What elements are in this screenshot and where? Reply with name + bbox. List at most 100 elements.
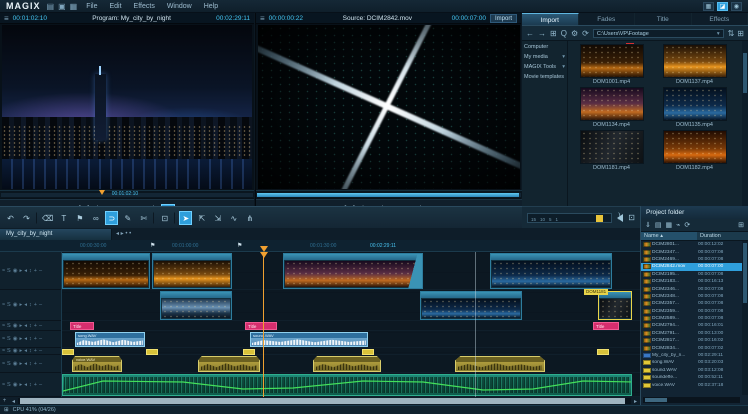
file-thumbnail[interactable] xyxy=(663,87,727,121)
scroll-right-icon[interactable]: ▸ xyxy=(631,398,640,405)
timeline-clip-sfx[interactable] xyxy=(597,349,609,355)
table-row[interactable]: DCIM2794...00:00:16:01 xyxy=(641,322,742,329)
table-row[interactable]: DCIM2817...00:00:16:02 xyxy=(641,337,742,344)
delete-icon[interactable]: ⌫ xyxy=(41,211,54,225)
grid-view-icon[interactable]: ⊞ xyxy=(738,221,744,229)
file-item[interactable]: DOM1001.mp4 xyxy=(572,44,651,85)
track-control-icon[interactable]: ▸ xyxy=(20,336,23,342)
scroll-plus-icon[interactable]: + xyxy=(0,398,9,404)
import-button[interactable]: Import xyxy=(490,14,517,23)
track-control-icon[interactable]: S xyxy=(7,323,11,329)
track-control-icon[interactable]: + xyxy=(34,302,37,308)
track-header-audio-track-1[interactable]: ≈S◉▸◂↕+– xyxy=(0,331,61,348)
table-row[interactable]: voice.WAV00:02:37:18 xyxy=(641,381,742,388)
track-control-icon[interactable]: ◂ xyxy=(24,302,27,308)
track-control-icon[interactable]: – xyxy=(39,336,42,342)
chevron-down-icon[interactable]: ▾ xyxy=(562,64,565,70)
track-control-icon[interactable]: ▸ xyxy=(20,323,23,329)
audio-tools-icon[interactable]: ∞ xyxy=(89,211,102,225)
wand-icon[interactable]: ✄ xyxy=(137,211,150,225)
track-control-icon[interactable]: ≈ xyxy=(2,336,5,342)
track-control-icon[interactable]: + xyxy=(34,348,37,354)
project-folder-hscrollbar[interactable] xyxy=(643,397,740,403)
browser-scrollbar[interactable] xyxy=(742,41,748,206)
file-thumbnail[interactable] xyxy=(663,130,727,164)
table-row[interactable]: My_city_by_n...00:02:29:11 xyxy=(641,352,742,359)
timeline-playhead[interactable] xyxy=(263,252,264,397)
track-control-icon[interactable]: ≈ xyxy=(2,382,5,388)
file-thumbnail[interactable] xyxy=(580,44,644,78)
program-video[interactable] xyxy=(2,25,252,189)
tiles-icon[interactable]: ⊞ xyxy=(550,29,557,38)
forward-icon[interactable]: → xyxy=(538,29,546,38)
refresh-icon[interactable]: ⟳ xyxy=(582,29,589,38)
timeline-clip-video[interactable] xyxy=(490,253,612,289)
project-folder-vscrollbar[interactable] xyxy=(742,241,748,395)
track-header-video-track-1[interactable]: ≈S◉▸◂↕+– xyxy=(0,252,61,290)
table-row[interactable]: DCIM2359...00:00:07:08 xyxy=(641,308,742,315)
monitor-menu-icon[interactable]: ≡ xyxy=(260,12,265,25)
table-row[interactable]: DCIM2347...00:00:07:08 xyxy=(641,248,742,255)
table-row[interactable]: DCIM2183...00:00:16:13 xyxy=(641,278,742,285)
table-row[interactable]: soundeffe...00:00:52:11 xyxy=(641,374,742,381)
undo-icon[interactable]: ↶ xyxy=(4,211,17,225)
file-thumbnail[interactable] xyxy=(663,44,727,78)
grid-view-icon[interactable]: ⊞ xyxy=(737,29,744,38)
column-name[interactable]: Name ▴ xyxy=(641,232,697,240)
track-control-icon[interactable]: + xyxy=(34,382,37,388)
table-row[interactable]: DCIM2357...00:00:07:08 xyxy=(641,300,742,307)
menu-file[interactable]: File xyxy=(83,3,100,10)
status-grid-icon[interactable]: ⊞ xyxy=(4,407,9,413)
program-scrub-bar[interactable]: 00:01:02:10 xyxy=(0,190,254,198)
track-control-icon[interactable]: + xyxy=(34,361,37,367)
timeline-clip-audio[interactable]: voice.WAV xyxy=(72,356,122,372)
tab-import[interactable]: Import xyxy=(522,13,579,25)
track-control-icon[interactable]: ◉ xyxy=(13,302,18,308)
file-item[interactable]: DOM1135.mp4 xyxy=(655,87,734,128)
menu-effects[interactable]: Effects xyxy=(131,3,158,10)
table-row[interactable]: sound.WAV00:03:12:08 xyxy=(641,367,742,374)
mouse-mode-icon[interactable]: ➤ xyxy=(179,211,192,225)
timeline-clip-audio[interactable]: song.WAV xyxy=(75,332,145,347)
track-control-icon[interactable]: ◂ xyxy=(24,268,27,274)
track-control-icon[interactable]: ↕ xyxy=(29,302,32,308)
track-control-icon[interactable]: ▸ xyxy=(20,382,23,388)
table-row[interactable]: DCIM2801...00:00:12:02 xyxy=(641,241,742,248)
track-header-video-track-2[interactable]: ≈S◉▸◂↕+– xyxy=(0,290,61,321)
table-row[interactable]: DCIM2834...00:00:07:02 xyxy=(641,344,742,351)
track-header-music-track[interactable]: ≈S◉▸◂↕+– xyxy=(0,373,61,397)
new-project-icon[interactable]: ▤ xyxy=(47,0,55,13)
table-row[interactable]: DCIM2348...00:00:07:08 xyxy=(641,293,742,300)
back-icon[interactable]: ← xyxy=(526,29,534,38)
track-control-icon[interactable]: – xyxy=(39,268,42,274)
tab-nav-arrows[interactable]: ◂ ▸ • • xyxy=(116,229,131,240)
track-control-icon[interactable]: S xyxy=(7,336,11,342)
track-control-icon[interactable]: – xyxy=(39,302,42,308)
import-file-icon[interactable]: ⇓ xyxy=(645,221,651,229)
timeline-clip-video[interactable] xyxy=(283,253,423,289)
zoom-slider-handle[interactable] xyxy=(596,215,603,222)
timeline-clip-audio[interactable] xyxy=(313,356,381,372)
mouse-group-icon[interactable]: ⇲ xyxy=(211,211,224,225)
save-project-icon[interactable]: ▦ xyxy=(70,0,78,13)
search-icon[interactable]: Q xyxy=(561,29,567,38)
timeline-clip-title[interactable]: Title xyxy=(245,322,277,330)
track-control-icon[interactable]: – xyxy=(39,382,42,388)
tab-fades[interactable]: Fades xyxy=(579,13,636,25)
tab-title[interactable]: Title xyxy=(635,13,692,25)
timeline-clip-sfx[interactable] xyxy=(362,349,374,355)
table-row[interactable]: song.WAV00:03:20:03 xyxy=(641,359,742,366)
file-item[interactable]: DOM1134.mp4 xyxy=(572,87,651,128)
track-control-icon[interactable]: ◂ xyxy=(24,323,27,329)
file-item[interactable]: DOM1181.mp4 xyxy=(572,130,651,171)
menu-edit[interactable]: Edit xyxy=(106,3,124,10)
track-area[interactable]: DOM1181TitleTitleTitlesong.WAVsound.WAVv… xyxy=(62,252,640,397)
monitor-icon[interactable]: ⊡ xyxy=(628,213,635,222)
column-duration[interactable]: Duration xyxy=(697,232,748,240)
pencil-icon[interactable]: ✎ xyxy=(121,211,134,225)
project-tab[interactable]: My_city_by_night xyxy=(0,229,112,240)
help-icon[interactable]: ◉ xyxy=(731,2,742,11)
sidebar-item-computer[interactable]: Computer xyxy=(524,44,565,50)
chevron-down-icon[interactable]: ▾ xyxy=(562,54,565,60)
sidebar-item-magix-tools[interactable]: MAGIX Tools▾ xyxy=(524,64,565,70)
